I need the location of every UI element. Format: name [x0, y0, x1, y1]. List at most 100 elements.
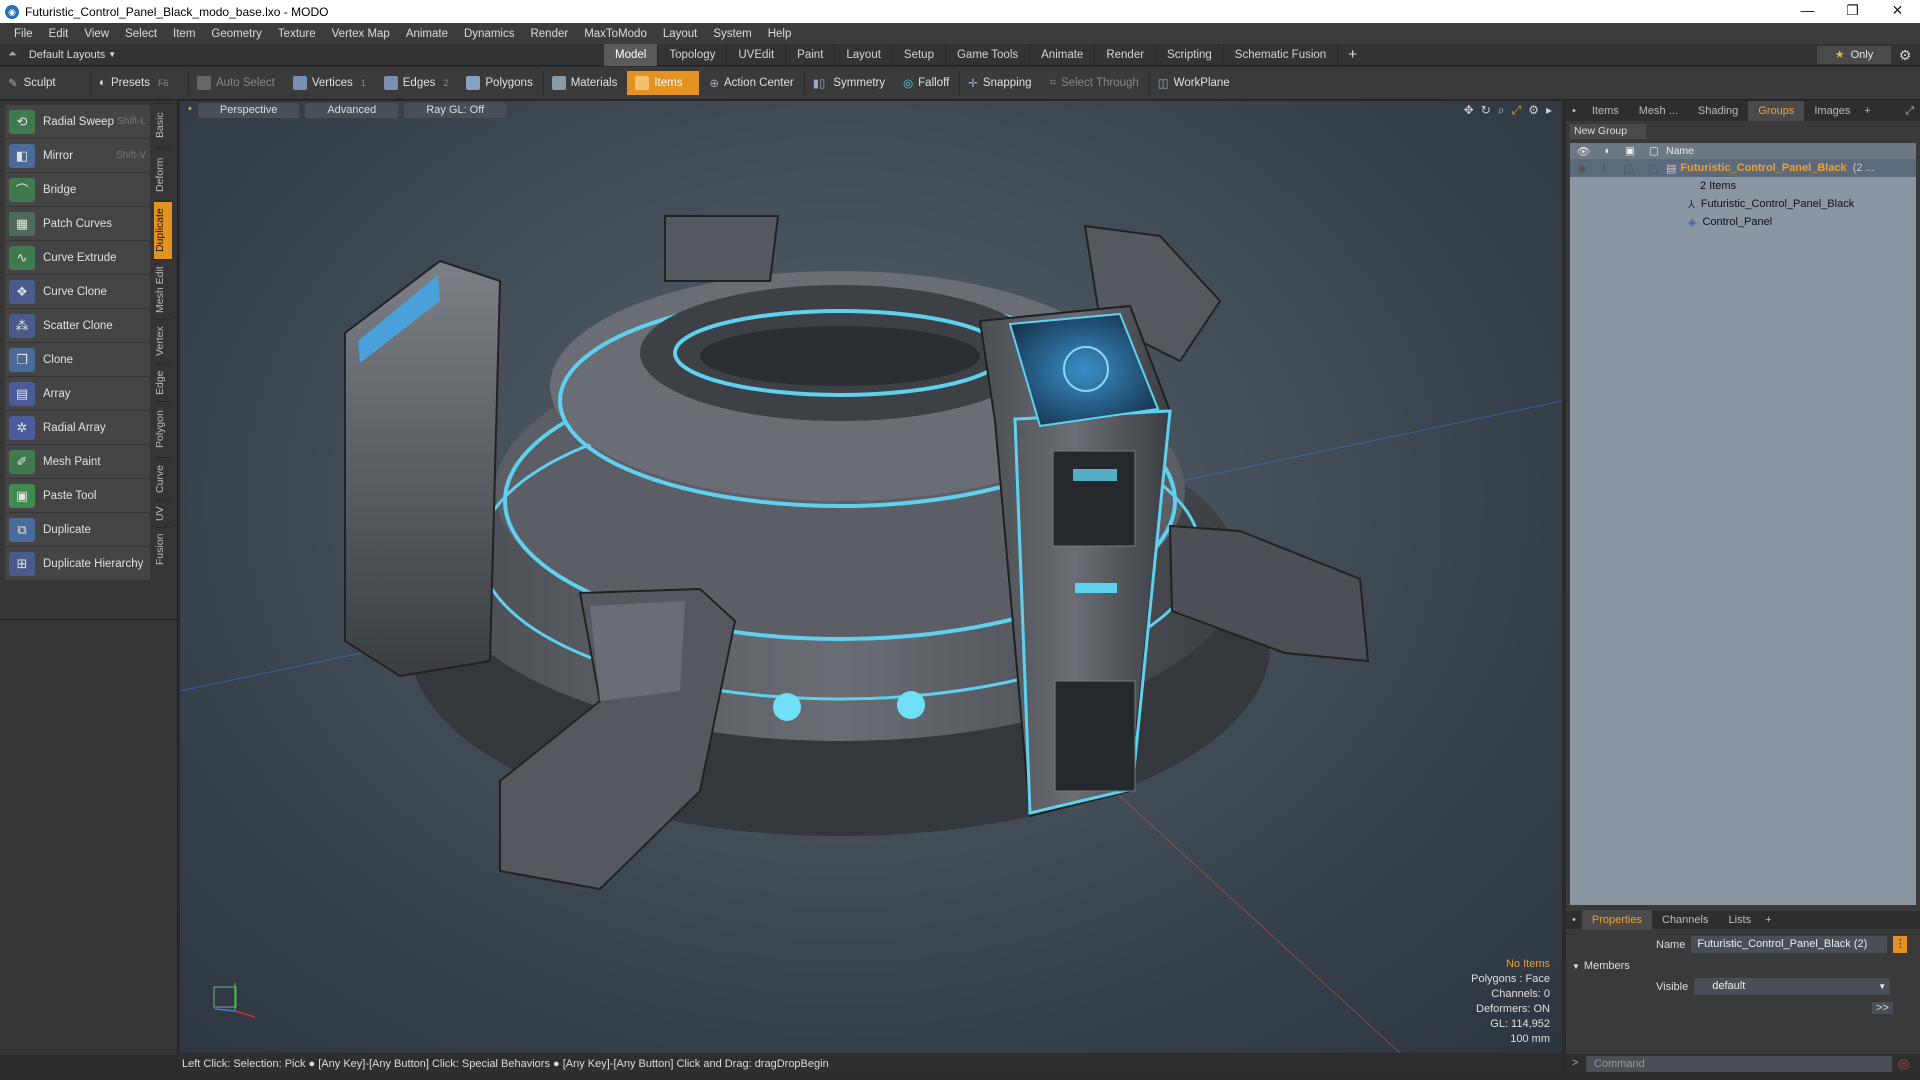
menu-system[interactable]: System: [705, 28, 759, 40]
vtab-fusion[interactable]: Fusion: [154, 527, 172, 571]
zoom-icon[interactable]: ⌕: [1498, 103, 1505, 118]
snapping-button[interactable]: ✛ Snapping: [959, 71, 1039, 95]
tab-groups[interactable]: Groups: [1748, 101, 1805, 121]
props-menu-dot[interactable]: •: [1566, 910, 1582, 930]
menu-view[interactable]: View: [76, 28, 117, 40]
viewport-menu-dot[interactable]: •: [188, 103, 192, 118]
raygl-button[interactable]: Ray GL: Off: [404, 103, 507, 118]
vtab-basic[interactable]: Basic: [154, 103, 172, 147]
items-button[interactable]: Items: [627, 71, 700, 95]
vtab-duplicate[interactable]: Duplicate: [154, 201, 172, 259]
presets-button[interactable]: ◐ Presets F6: [90, 71, 186, 95]
select-through-button[interactable]: ⌗ Select Through: [1042, 71, 1147, 95]
workplane-button[interactable]: ◫ WorkPlane: [1148, 71, 1238, 95]
lock-icon[interactable]: ▣: [1625, 145, 1635, 158]
restore-button[interactable]: ❐: [1830, 0, 1875, 23]
tab-mesh[interactable]: Mesh ...: [1629, 101, 1688, 121]
options-icon[interactable]: ⋮: [1893, 936, 1908, 953]
tab-topology[interactable]: Topology: [658, 44, 728, 66]
add-props-tab-icon[interactable]: +: [1761, 910, 1775, 930]
tool-scatter-clone[interactable]: ⁂ Scatter Clone: [5, 309, 150, 343]
view-mode-button[interactable]: Perspective: [197, 103, 300, 118]
vtab-vertex[interactable]: Vertex: [154, 319, 172, 363]
tab-scripting[interactable]: Scripting: [1156, 44, 1224, 66]
render-icon[interactable]: ◐: [1605, 145, 1611, 158]
tab-images[interactable]: Images: [1804, 101, 1860, 121]
tool-array[interactable]: ▤ Array: [5, 377, 150, 411]
collapse-triangle-icon[interactable]: ▼: [1572, 962, 1580, 971]
menu-render[interactable]: Render: [522, 28, 576, 40]
name-column-header[interactable]: Name: [1666, 145, 1694, 157]
tab-uvedit[interactable]: UVEdit: [727, 44, 787, 66]
command-record-icon[interactable]: ◎: [1898, 1056, 1909, 1072]
group-member-row[interactable]: ◈ Control_Panel: [1570, 213, 1916, 231]
vtab-edge[interactable]: Edge: [154, 363, 172, 401]
menu-select[interactable]: Select: [117, 28, 165, 40]
command-input[interactable]: Command: [1586, 1056, 1892, 1072]
vtab-deform[interactable]: Deform: [154, 147, 172, 201]
viewport-arrow-icon[interactable]: ▸: [1546, 103, 1552, 118]
select-icon[interactable]: ▢: [1649, 145, 1659, 158]
tool-bridge[interactable]: ⌒ Bridge: [5, 173, 150, 207]
gear-icon[interactable]: ⚙: [1895, 46, 1915, 64]
menu-item[interactable]: Item: [165, 28, 203, 40]
vtab-polygon[interactable]: Polygon: [154, 401, 172, 457]
tool-curve-clone[interactable]: ❖ Curve Clone: [5, 275, 150, 309]
menu-layout[interactable]: Layout: [655, 28, 706, 40]
name-field[interactable]: Futuristic_Control_Panel_Black (2): [1691, 936, 1888, 953]
tab-schematic-fusion[interactable]: Schematic Fusion: [1224, 44, 1339, 66]
menu-vertex-map[interactable]: Vertex Map: [324, 28, 398, 40]
minimize-button[interactable]: —: [1785, 0, 1830, 23]
tab-layout[interactable]: Layout: [835, 44, 893, 66]
vtab-uv[interactable]: UV: [154, 499, 172, 527]
action-center-button[interactable]: ⊕ Action Center: [701, 71, 801, 95]
expand-panel-icon[interactable]: ⤢: [1899, 101, 1920, 121]
tool-clone[interactable]: ❐ Clone: [5, 343, 150, 377]
vertices-button[interactable]: Vertices 1: [285, 71, 374, 95]
tab-setup[interactable]: Setup: [893, 44, 946, 66]
tab-channels[interactable]: Channels: [1652, 910, 1718, 930]
menu-texture[interactable]: Texture: [270, 28, 324, 40]
visibility-icon[interactable]: 👁: [1577, 145, 1590, 158]
shading-button[interactable]: Advanced: [305, 103, 399, 118]
maximize-icon[interactable]: ⤢: [1512, 103, 1522, 118]
viewport-gear-icon[interactable]: ⚙: [1528, 103, 1539, 118]
menu-edit[interactable]: Edit: [41, 28, 77, 40]
menu-animate[interactable]: Animate: [398, 28, 456, 40]
tool-paste-tool[interactable]: ▣ Paste Tool: [5, 479, 150, 513]
menu-help[interactable]: Help: [760, 28, 800, 40]
3d-viewport[interactable]: • Perspective Advanced Ray GL: Off ✥ ↻ ⌕…: [180, 101, 1562, 1053]
tool-duplicate-hierarchy[interactable]: ⊞ Duplicate Hierarchy: [5, 547, 150, 581]
group-row[interactable]: ◉ ◐ ▢ ▢ ▤ Futuristic_Control_Panel_Black…: [1570, 159, 1916, 177]
tool-mesh-paint[interactable]: ✐ Mesh Paint: [5, 445, 150, 479]
tool-mirror[interactable]: ◧ Mirror Shift-V: [5, 139, 150, 173]
tab-render[interactable]: Render: [1095, 44, 1157, 66]
sculpt-button[interactable]: ✎ Sculpt: [0, 71, 88, 95]
vtab-mesh-edit[interactable]: Mesh Edit: [154, 259, 172, 319]
layouts-dropdown[interactable]: ⏶ Default Layouts ▼: [0, 48, 160, 61]
only-button[interactable]: ★ Only: [1817, 46, 1891, 64]
tab-game-tools[interactable]: Game Tools: [946, 44, 1031, 66]
menu-dynamics[interactable]: Dynamics: [456, 28, 522, 40]
menu-maxtomodo[interactable]: MaxToModo: [576, 28, 655, 40]
add-tab-icon[interactable]: +: [1338, 44, 1367, 66]
tab-model[interactable]: Model: [604, 44, 659, 66]
tab-shading[interactable]: Shading: [1688, 101, 1748, 121]
materials-button[interactable]: Materials: [542, 71, 626, 95]
falloff-button[interactable]: ◎ Falloff: [895, 71, 957, 95]
auto-select-button[interactable]: Auto Select: [188, 71, 283, 95]
visibility-icon[interactable]: ◉: [1577, 162, 1587, 175]
vtab-curve[interactable]: Curve: [154, 457, 172, 499]
tool-duplicate[interactable]: ⧉ Duplicate: [5, 513, 150, 547]
tool-patch-curves[interactable]: ▦ Patch Curves: [5, 207, 150, 241]
menu-geometry[interactable]: Geometry: [203, 28, 270, 40]
tab-items[interactable]: Items: [1582, 101, 1629, 121]
collapse-arrow-icon[interactable]: ⏶: [8, 48, 17, 61]
tab-properties[interactable]: Properties: [1581, 910, 1652, 930]
new-group-button[interactable]: New Group: [1570, 124, 1646, 139]
expand-members-icon[interactable]: >>: [1872, 1002, 1893, 1014]
lock-icon[interactable]: ▢: [1623, 162, 1633, 175]
edges-button[interactable]: Edges 2: [376, 71, 457, 95]
close-button[interactable]: ✕: [1875, 0, 1920, 23]
tool-curve-extrude[interactable]: ∿ Curve Extrude: [5, 241, 150, 275]
